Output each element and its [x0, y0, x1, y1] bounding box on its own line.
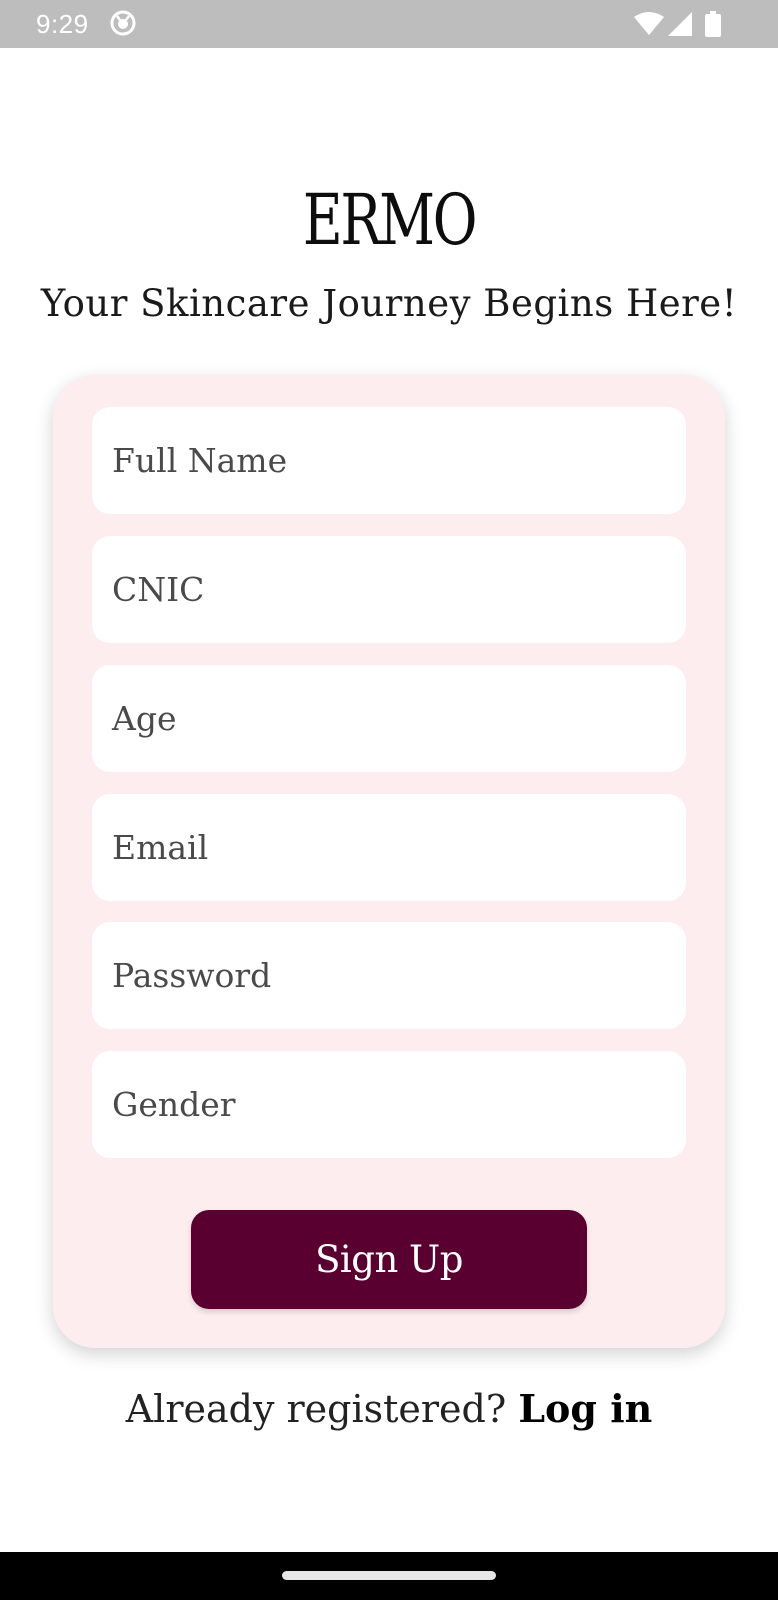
cellular-signal-icon	[668, 12, 692, 36]
home-indicator[interactable]	[282, 1571, 496, 1580]
signup-form-card: Full Name CNIC Age Email Password Gender…	[53, 375, 725, 1348]
login-question: Already registered?	[125, 1387, 519, 1431]
wifi-icon	[634, 12, 664, 35]
sign-up-button[interactable]: Sign Up	[191, 1210, 587, 1309]
brand-logo: ERMO	[302, 179, 478, 261]
gender-field[interactable]: Gender	[92, 1051, 686, 1158]
age-field[interactable]: Age	[92, 665, 686, 772]
status-time: 9:29	[36, 9, 89, 39]
password-field[interactable]: Password	[92, 922, 686, 1029]
navigation-bar	[0, 1552, 778, 1600]
battery-icon	[705, 11, 721, 37]
email-field[interactable]: Email	[92, 794, 686, 901]
page-tagline: Your Skincare Journey Begins Here!	[40, 282, 738, 325]
status-bar: 9:29	[0, 0, 778, 48]
app-notification-icon	[110, 10, 136, 36]
full-name-field[interactable]: Full Name	[92, 407, 686, 514]
cnic-field[interactable]: CNIC	[92, 536, 686, 643]
login-link[interactable]: Log in	[518, 1386, 652, 1431]
login-prompt: Already registered? Log in	[0, 1386, 778, 1431]
